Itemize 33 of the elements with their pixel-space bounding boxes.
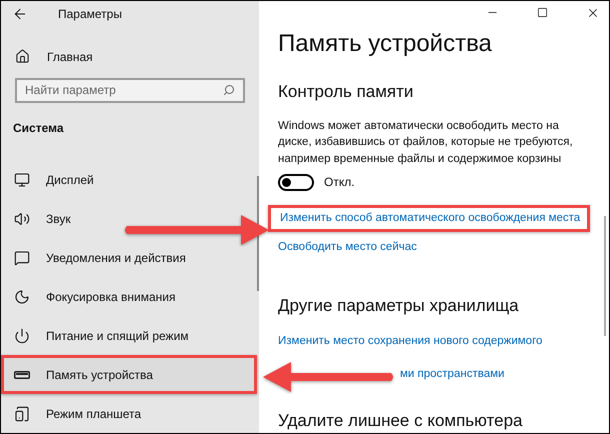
speaker-icon <box>14 210 30 226</box>
description: Windows может автоматически освободить место на диске, избавившись от файлов, которые не требуются, например временные файлы и содержимое корзины <box>278 118 574 167</box>
tablet-icon <box>14 406 30 422</box>
nav-item[interactable]: Дисплей <box>1 160 98 199</box>
link[interactable]: Изменить способ автоматического освобождения места <box>280 210 580 228</box>
toggle-label: Откл. <box>324 174 355 192</box>
link[interactable]: Изменить место сохранения нового содержимого <box>278 332 609 350</box>
speech-bubble-icon <box>14 250 30 266</box>
drive-icon <box>14 370 30 378</box>
page-title: Память устройства <box>278 28 493 59</box>
home-icon <box>15 49 30 64</box>
maximize-icon[interactable] <box>537 7 548 18</box>
search-field[interactable]: Найти параметр <box>15 78 245 103</box>
window-title: Параметры <box>58 6 122 24</box>
link[interactable]: Освободить место сейчас <box>278 239 609 256</box>
toggle-switch[interactable] <box>278 174 314 191</box>
nav-item[interactable]: Фокусировка внимания <box>1 277 180 316</box>
section-heading: Контроль памяти <box>278 80 414 103</box>
home-item[interactable]: Главная <box>1 46 259 67</box>
nav-item[interactable]: Режим планшета <box>1 394 146 433</box>
section-heading: Другие параметры хранилища <box>278 294 520 316</box>
nav-item[interactable]: Память устройства <box>1 355 257 394</box>
nav-item[interactable]: Звук <box>1 199 75 238</box>
nav-item[interactable]: Питание и спящий режим <box>1 316 193 355</box>
search-icon <box>223 84 235 96</box>
search-input[interactable]: Найти параметр <box>25 81 223 100</box>
link[interactable]: ми пространствами <box>400 366 609 383</box>
section-heading: Удалите лишнее с компьютера <box>278 410 524 432</box>
monitor-icon <box>14 172 30 188</box>
section-heading: Система <box>12 120 65 137</box>
moon-icon <box>14 288 30 304</box>
nav-item[interactable]: Уведомления и действия <box>1 238 190 277</box>
power-icon <box>14 328 30 344</box>
